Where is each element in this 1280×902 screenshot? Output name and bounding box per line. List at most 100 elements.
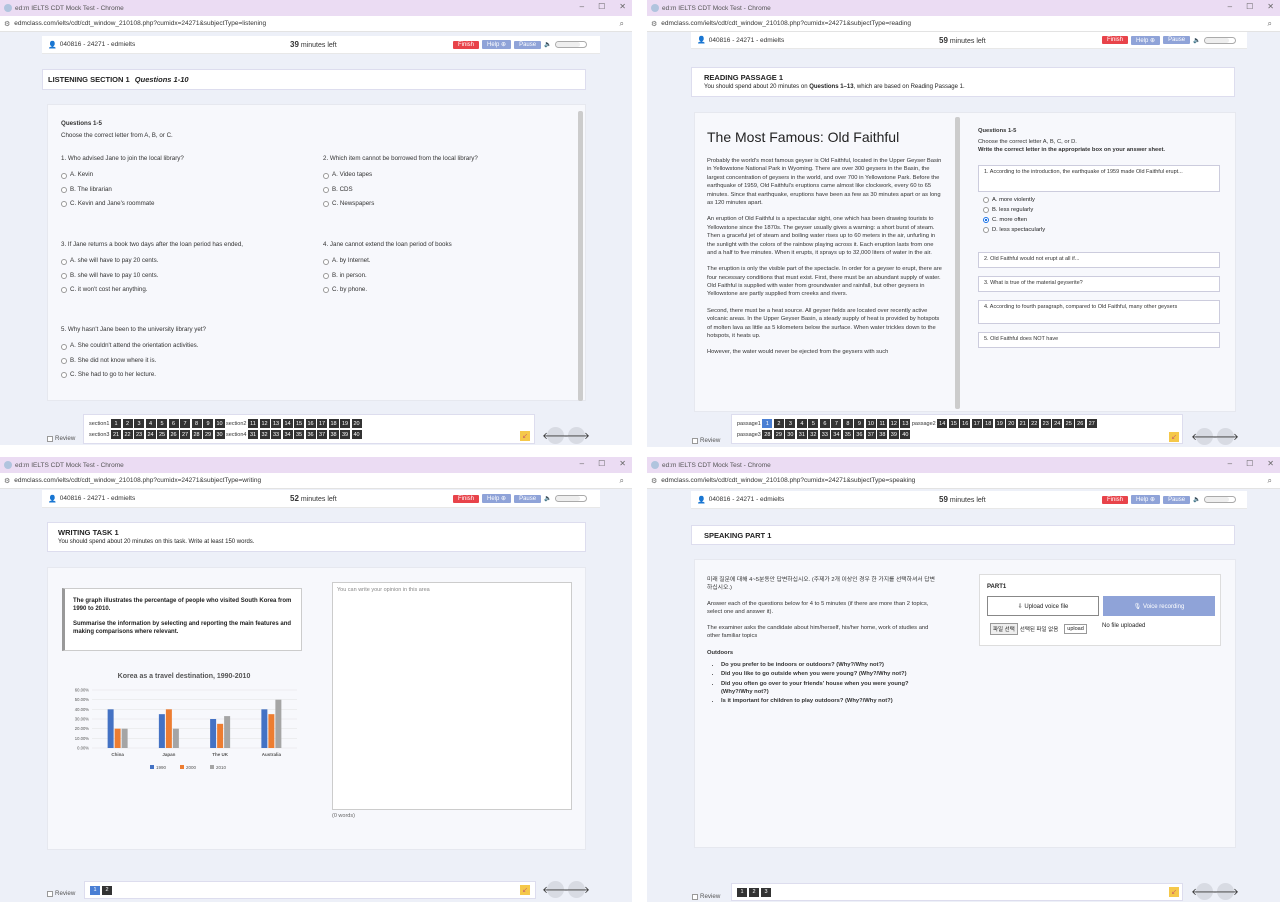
question-nav-button[interactable]: 16 [960, 419, 971, 428]
answer-option[interactable]: C. Newspapers [323, 200, 563, 208]
question-nav-button[interactable]: 38 [877, 430, 888, 439]
question-nav-button[interactable]: 28 [762, 430, 773, 439]
question-nav-button[interactable]: 24 [145, 430, 156, 439]
prev-arrow-icon[interactable]: 🡐 [1191, 428, 1218, 445]
question-collapsed[interactable]: 4. According to fourth paragraph, compar… [978, 300, 1220, 324]
question-nav-button[interactable]: 25 [157, 430, 167, 439]
question-nav-button[interactable]: 3 [134, 419, 144, 428]
upload-button[interactable]: upload [1064, 624, 1087, 634]
answer-option[interactable]: A. more violently [983, 197, 1045, 203]
question-nav-button[interactable]: 22 [122, 430, 133, 439]
radio-icon[interactable] [61, 272, 67, 279]
answer-option[interactable]: A. She couldn't attend the orientation a… [61, 342, 301, 350]
url-text[interactable]: edmclass.com/ielts/cdt/cdt_window_210108… [14, 477, 261, 484]
section-nav-label[interactable]: section2 [226, 421, 247, 427]
question-collapsed[interactable]: 5. Old Faithful does NOT have [978, 332, 1220, 348]
volume-icon[interactable]: 🔈 [544, 495, 551, 502]
question-nav-button[interactable]: 16 [305, 419, 316, 428]
pause-button[interactable]: Pause [1163, 36, 1191, 44]
part-1-button[interactable]: 1 [737, 887, 747, 897]
highlight-icon[interactable]: ↙ [520, 431, 530, 441]
volume-icon[interactable]: 🔈 [1193, 37, 1200, 44]
part-2-button[interactable]: 2 [749, 887, 759, 897]
radio-icon[interactable] [323, 258, 329, 265]
question-nav-button[interactable]: 34 [831, 430, 842, 439]
radio-icon[interactable] [983, 197, 989, 203]
question-nav-button[interactable]: 22 [1029, 419, 1040, 428]
review-check-icon[interactable] [47, 890, 53, 897]
question-nav-button[interactable]: 36 [854, 430, 865, 439]
next-arrow-icon[interactable]: 🡒 [1212, 428, 1239, 445]
question-nav-button[interactable]: 34 [282, 430, 293, 439]
question-nav-button[interactable]: 18 [983, 419, 994, 428]
section-nav-label[interactable]: section3 [89, 432, 110, 438]
question-nav-button[interactable]: 32 [808, 430, 819, 439]
question-nav-button[interactable]: 1 [111, 419, 121, 428]
question-nav-button[interactable]: 30 [785, 430, 796, 439]
radio-icon[interactable] [61, 357, 67, 364]
answer-option[interactable]: A. Kevin [61, 171, 301, 179]
volume-icon[interactable]: 🔈 [1193, 496, 1200, 503]
question-collapsed[interactable]: 2. Old Faithful would not erupt at all i… [978, 252, 1220, 268]
prev-arrow-icon[interactable]: 🡐 [542, 881, 569, 898]
section-nav-label[interactable]: passage3 [737, 432, 761, 438]
next-arrow-icon[interactable]: 🡒 [563, 881, 590, 898]
question-nav-button[interactable]: 19 [340, 419, 350, 428]
radio-icon[interactable] [983, 207, 989, 213]
answer-option[interactable]: C. by phone. [323, 286, 563, 294]
question-nav-button[interactable]: 31 [796, 430, 807, 439]
question-nav-button[interactable]: 28 [191, 430, 202, 439]
next-arrow-icon[interactable]: 🡒 [563, 427, 590, 444]
answer-option[interactable]: A. she will have to pay 20 cents. [61, 257, 301, 265]
radio-icon[interactable] [983, 217, 989, 223]
answer-option[interactable]: C. Kevin and Jane's roommate [61, 200, 301, 208]
finish-button[interactable]: Finish [453, 494, 480, 503]
upload-tab[interactable]: ⇩ Upload voice file [987, 596, 1099, 616]
question-nav-button[interactable]: 38 [328, 430, 339, 439]
maximize-icon[interactable]: ☐ [598, 459, 605, 468]
question-nav-button[interactable]: 17 [971, 419, 982, 428]
question-nav-button[interactable]: 13 [900, 419, 911, 428]
question-nav-button[interactable]: 33 [271, 430, 281, 439]
radio-icon[interactable] [61, 201, 67, 208]
maximize-icon[interactable]: ☐ [598, 2, 605, 11]
site-info-icon[interactable]: ⚙ [4, 20, 10, 28]
url-bar[interactable]: ⚙ edmclass.com/ielts/cdt/cdt_window_2101… [0, 473, 632, 489]
radio-icon[interactable] [323, 201, 329, 208]
close-icon[interactable]: ✕ [619, 2, 626, 11]
question-nav-button[interactable]: 36 [305, 430, 316, 439]
question-nav-button[interactable]: 10 [214, 419, 225, 428]
url-text[interactable]: edmclass.com/ielts/cdt/cdt_window_210108… [661, 477, 915, 484]
answer-option[interactable]: B. she will have to pay 10 cents. [61, 272, 301, 280]
question-nav-button[interactable]: 23 [134, 430, 144, 439]
minimize-icon[interactable]: – [580, 459, 584, 468]
question-nav-button[interactable]: 33 [819, 430, 830, 439]
radio-icon[interactable] [61, 343, 67, 350]
question-nav-button[interactable]: 12 [888, 419, 899, 428]
question-nav-button[interactable]: 5 [808, 419, 819, 428]
answer-option[interactable]: C. it won't cost her anything. [61, 286, 301, 294]
question-nav-button[interactable]: 35 [842, 430, 853, 439]
question-nav-button[interactable]: 20 [351, 419, 362, 428]
question-nav-button[interactable]: 37 [317, 430, 327, 439]
minimize-icon[interactable]: – [1228, 2, 1232, 11]
question-nav-button[interactable]: 3 [785, 419, 796, 428]
review-checkbox[interactable]: Review [692, 893, 720, 900]
question-nav-button[interactable]: 15 [294, 419, 304, 428]
highlight-icon[interactable]: ↙ [1169, 887, 1179, 897]
question-nav-button[interactable]: 5 [157, 419, 167, 428]
finish-button[interactable]: Finish [1102, 495, 1129, 504]
question-nav-button[interactable]: 11 [877, 419, 888, 428]
question-nav-button[interactable]: 31 [248, 430, 258, 439]
close-icon[interactable]: ✕ [619, 459, 626, 468]
finish-button[interactable]: Finish [453, 40, 480, 49]
question-nav-button[interactable]: 30 [214, 430, 225, 439]
question-nav-button[interactable]: 2 [773, 419, 784, 428]
question-nav-button[interactable]: 7 [180, 419, 190, 428]
section-nav-label[interactable]: section4 [226, 432, 247, 438]
question-nav-button[interactable]: 4 [145, 419, 156, 428]
question-nav-button[interactable]: 10 [865, 419, 876, 428]
help-button[interactable]: Help ⊕ [1131, 35, 1161, 45]
question-nav-button[interactable]: 9 [854, 419, 865, 428]
prev-arrow-icon[interactable]: 🡐 [542, 427, 569, 444]
